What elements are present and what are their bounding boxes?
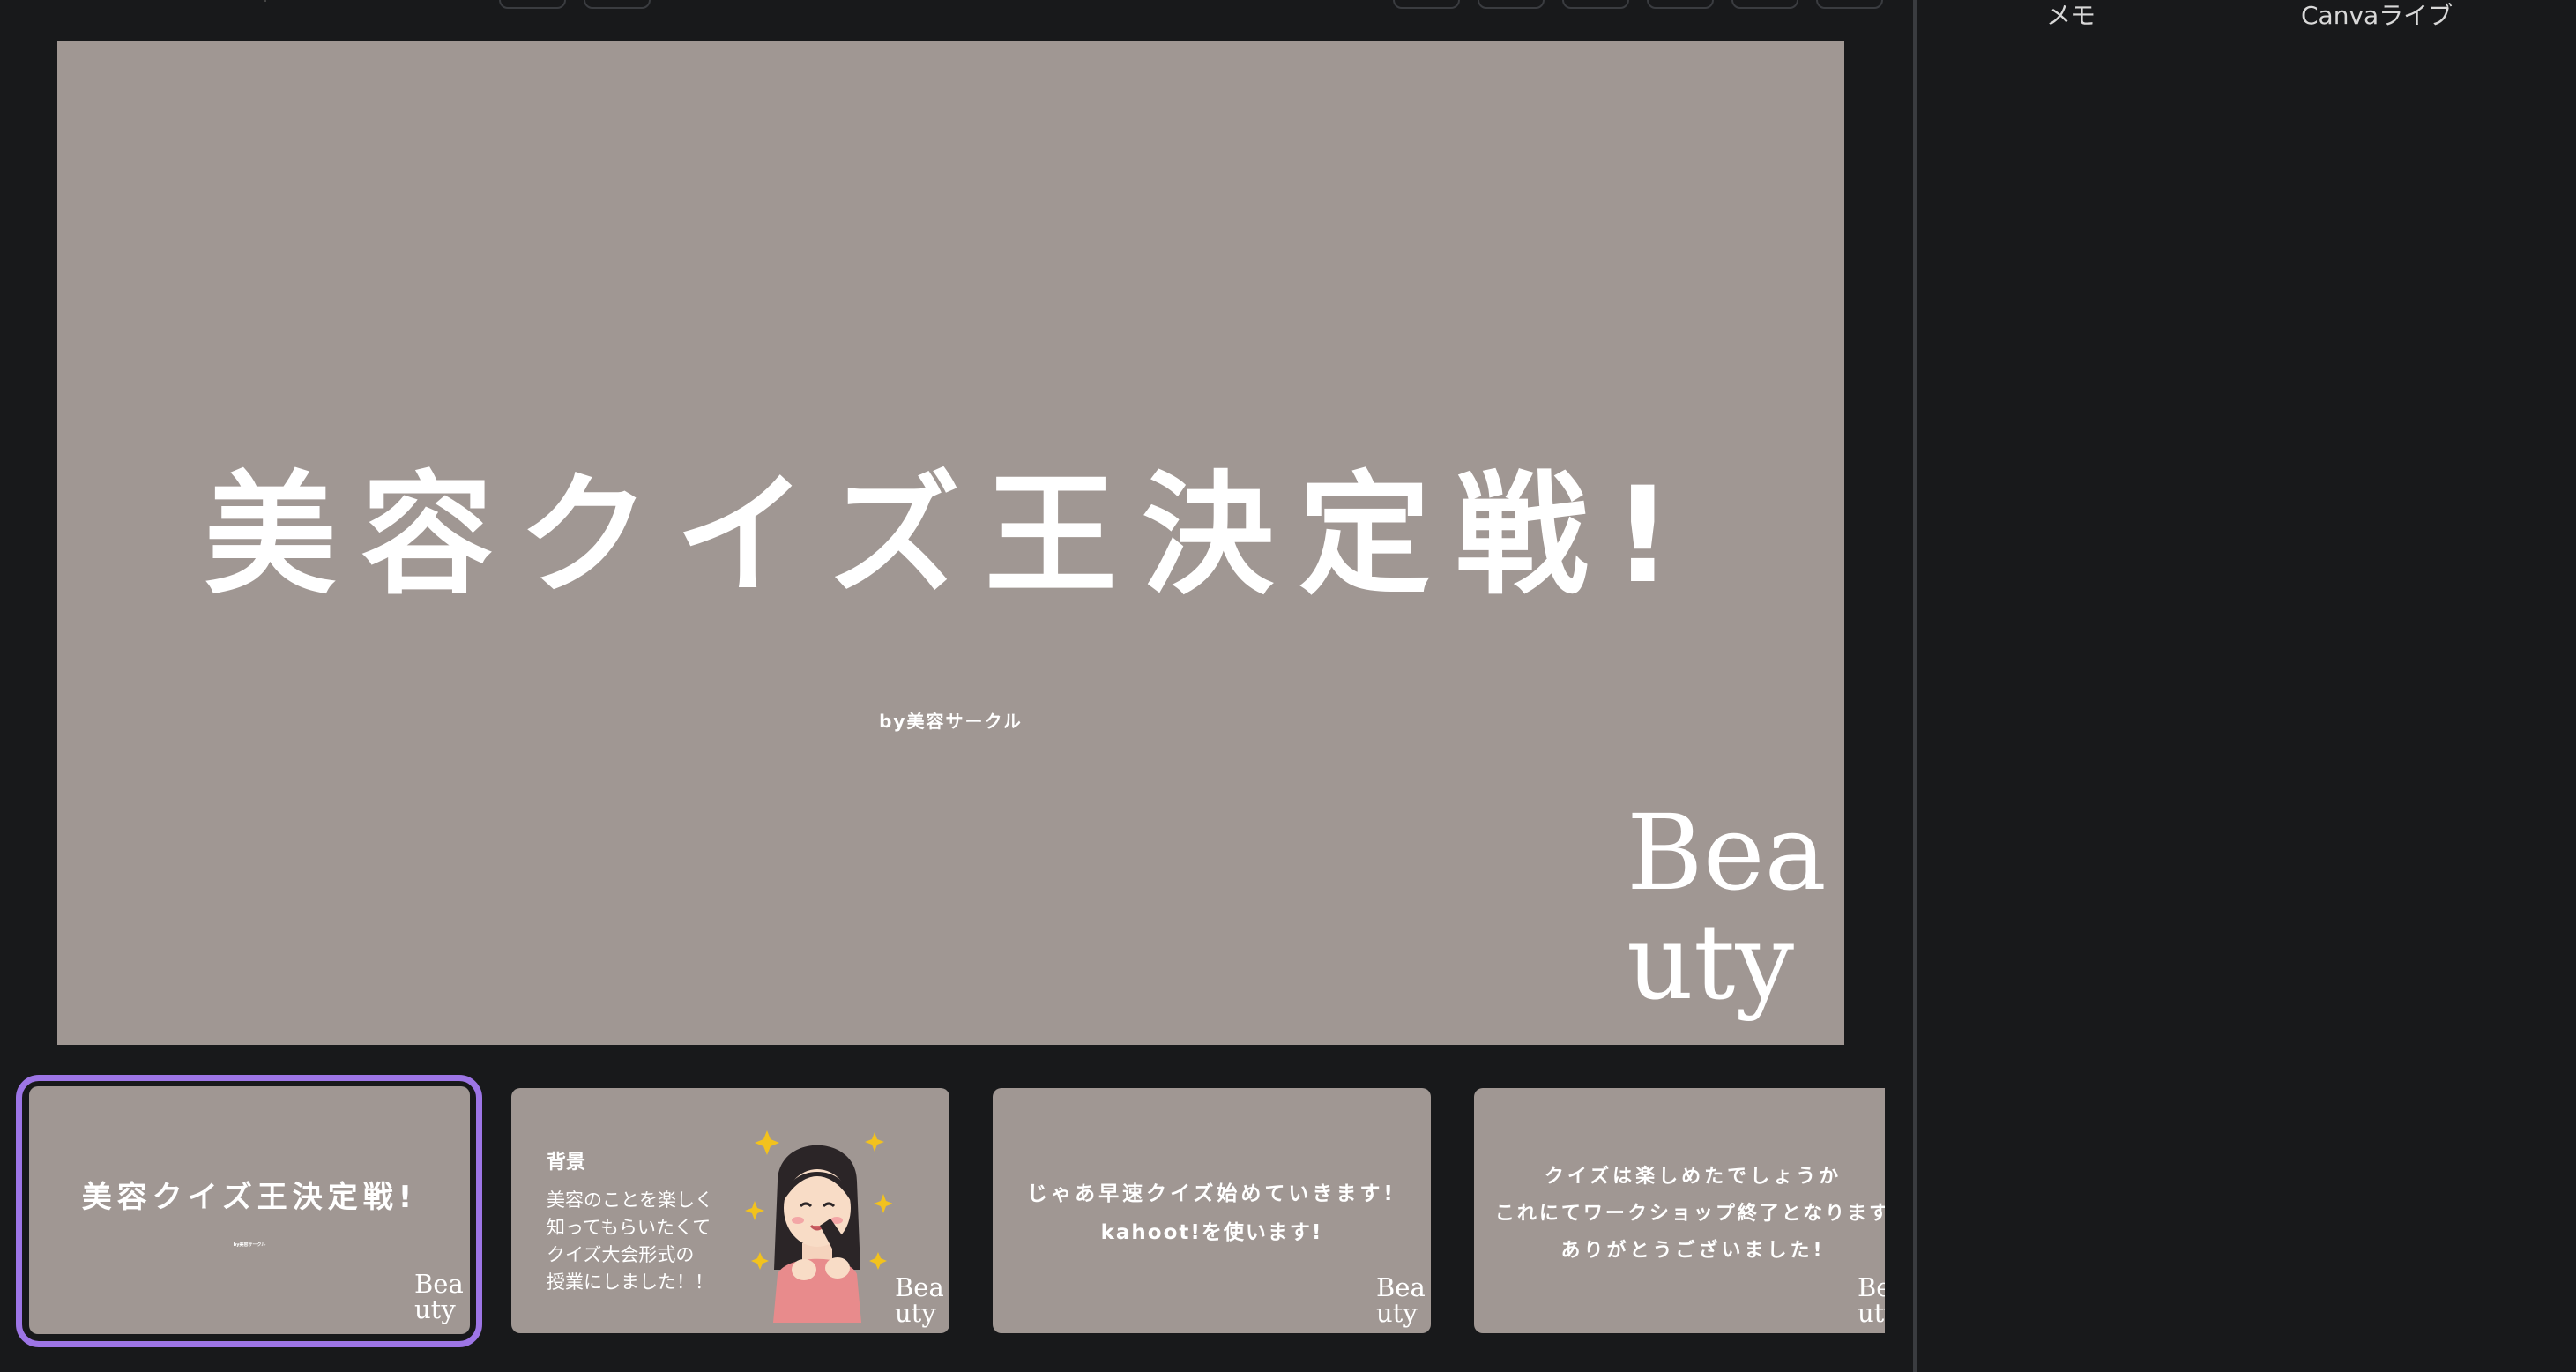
thumbnail-slide-1[interactable]: 美容クイズ王決定戦! by美容サークル Bea uty — [29, 1086, 470, 1334]
thumbnail-1-logo-line2: uty — [414, 1294, 456, 1324]
thumbnail-1-logo: Bea uty — [414, 1271, 464, 1323]
thumbnail-slide-4[interactable]: クイズは楽しめたでしょうか これにてワークショップ終了となります ありがとうござ… — [1474, 1088, 1915, 1333]
beauty-logo-line2: uty — [1627, 900, 1795, 1023]
toolbar-button-4[interactable] — [1647, 0, 1714, 9]
thumbnail-3-logo-line1: Bea — [1376, 1272, 1426, 1302]
thumbnail-slide-3[interactable]: じゃあ早速クイズ始めていきます! kahoot!を使います! Bea uty — [993, 1088, 1431, 1333]
toolbar-button-undo[interactable] — [499, 0, 566, 9]
thumbnail-3-line: じゃあ早速クイズ始めていきます! — [1027, 1182, 1396, 1205]
thumbnail-2-logo-line1: Bea — [895, 1272, 944, 1302]
thumbnail-2-logo: Bea uty — [895, 1275, 944, 1326]
tab-memo[interactable]: メモ — [2046, 0, 2096, 32]
toolbar-button-1[interactable] — [1393, 0, 1460, 9]
tab-canva-live[interactable]: Canvaライブ — [2301, 0, 2453, 32]
thumbnail-2-body-line: 美容のことを楽しく — [547, 1189, 713, 1211]
panel-divider-overlay — [1913, 0, 1917, 1372]
thumbnail-4-line: クイズは楽しめたでしょうか — [1544, 1166, 1843, 1188]
thumbnail-1-subtitle: by美容サークル — [233, 1242, 266, 1248]
girl-illustration — [745, 1130, 892, 1323]
thumbnail-3-logo: Bea uty — [1376, 1275, 1426, 1326]
thumbnail-2-logo-line2: uty — [895, 1298, 936, 1328]
thumbnail-2-body-line: 知ってもらいたくて — [547, 1217, 711, 1238]
thumbnail-1-logo-line1: Bea — [414, 1269, 464, 1299]
thumbnail-slide-2[interactable]: 背景 美容のことを楽しく 知ってもらいたくて クイズ大会形式の 授業にしました！… — [511, 1088, 949, 1333]
toolbar-button-redo[interactable] — [584, 0, 651, 9]
beauty-logo[interactable]: Bea uty — [1627, 792, 1827, 1023]
toolbar-button-6[interactable] — [1816, 0, 1883, 9]
thumbnail-2-body-line: 授業にしました！！ — [547, 1271, 713, 1293]
toolbar-button-2[interactable] — [1478, 0, 1545, 9]
thumbnail-2-body-line: クイズ大会形式の — [547, 1244, 695, 1265]
thumbnail-1-title: 美容クイズ王決定戦! — [81, 1180, 418, 1215]
thumbnail-strip-edge — [1885, 1076, 1913, 1367]
thumbnail-3-line: kahoot!を使います! — [1100, 1221, 1323, 1244]
thumbnail-4-line: ありがとうございました! — [1560, 1240, 1826, 1262]
thumbnail-2-body: 美容のことを楽しく 知ってもらいたくて クイズ大会形式の 授業にしました！！ — [547, 1187, 713, 1296]
main-slide-canvas[interactable]: 美容クイズ王決定戦! by美容サークル Bea uty — [57, 41, 1844, 1045]
toolbar-button-5[interactable] — [1731, 0, 1798, 9]
thumbnail-2-heading: 背景 — [547, 1152, 586, 1174]
thumbnail-3-logo-line2: uty — [1376, 1298, 1418, 1328]
beauty-logo-line1: Bea — [1627, 792, 1827, 913]
toolbar-button-3[interactable] — [1562, 0, 1629, 9]
toolbar-separator — [264, 0, 266, 2]
slide-title[interactable]: 美容クイズ王決定戦! — [57, 429, 1844, 620]
thumbnail-4-line: これにてワークショップ終了となります — [1494, 1203, 1892, 1225]
slide-subtitle[interactable]: by美容サークル — [57, 707, 1844, 733]
